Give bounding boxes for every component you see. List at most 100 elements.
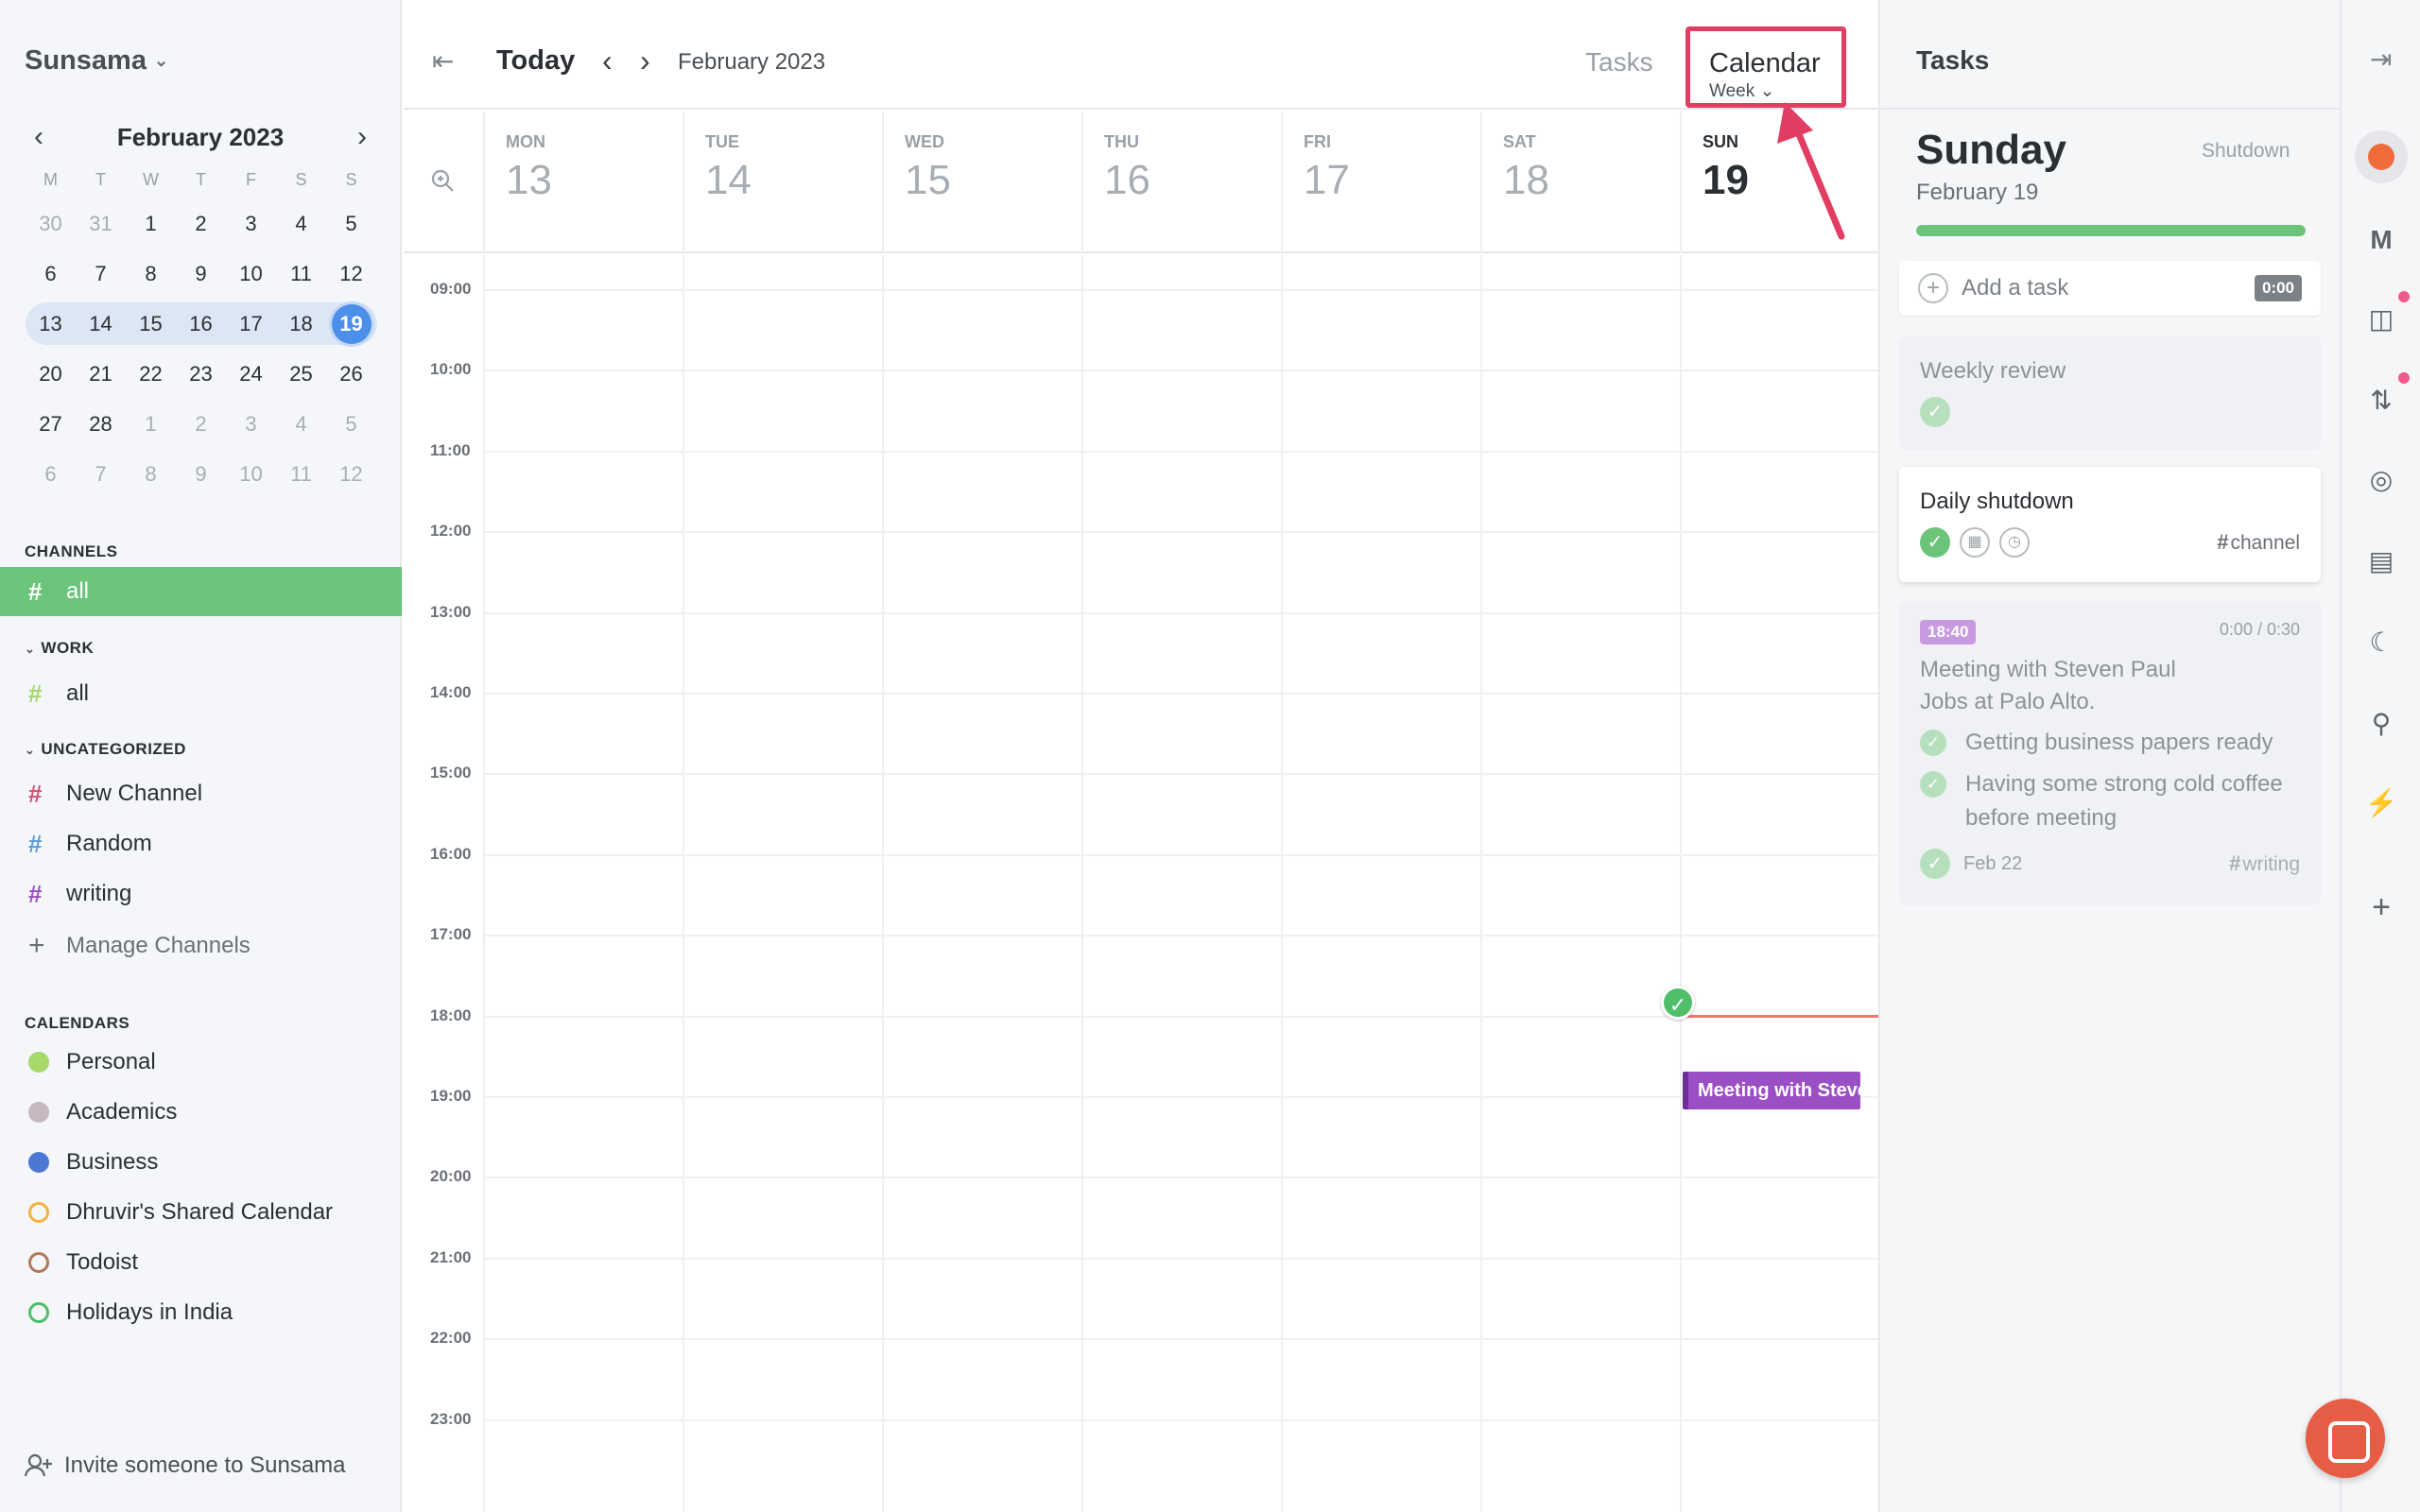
today-button[interactable]: Today xyxy=(496,45,575,77)
check-icon[interactable]: ✓ xyxy=(1920,730,1946,756)
add-task-time[interactable]: 0:00 xyxy=(2254,275,2302,301)
channel-tag[interactable]: #channel xyxy=(2217,530,2300,555)
mini-calendar-day[interactable]: 9 xyxy=(176,253,226,295)
day-column-header[interactable]: SUN 19 xyxy=(1680,112,1879,253)
mini-calendar-selected-day[interactable]: 19 xyxy=(326,303,376,345)
task-duration[interactable]: 0:00 / 0:30 xyxy=(2220,620,2300,640)
calendar-item[interactable]: Business xyxy=(0,1138,402,1187)
uncategorized-heading[interactable]: ⌄ UNCATEGORIZED xyxy=(25,740,186,759)
day-column-header[interactable]: MON 13 xyxy=(483,112,683,253)
calendar-item[interactable]: Holidays in India xyxy=(0,1288,402,1337)
channel-item[interactable]: # New Channel xyxy=(0,769,402,818)
mini-calendar-day[interactable]: 13 xyxy=(26,303,76,345)
sync-icon[interactable]: ⇅ xyxy=(2362,382,2400,420)
next-week-icon[interactable]: › xyxy=(640,43,650,78)
mini-calendar-day[interactable]: 18 xyxy=(276,303,326,345)
manage-channels-button[interactable]: + Manage Channels xyxy=(0,921,402,971)
prev-week-icon[interactable]: ‹ xyxy=(602,43,613,78)
gmail-icon[interactable]: M xyxy=(2362,221,2400,259)
plus-icon[interactable]: + xyxy=(2362,888,2400,926)
mini-calendar-day[interactable]: 12 xyxy=(326,454,376,495)
workspace-switcher[interactable]: Sunsama ⌄ xyxy=(25,45,168,77)
completed-check-icon[interactable]: ✓ xyxy=(1661,986,1695,1020)
trello-icon[interactable]: ◫ xyxy=(2362,301,2400,338)
due-date[interactable]: Feb 22 xyxy=(1963,853,2022,875)
calendar-item[interactable]: Todoist xyxy=(0,1238,402,1287)
mini-calendar-day[interactable]: 15 xyxy=(126,303,176,345)
zoom-icon[interactable] xyxy=(430,168,455,199)
mini-calendar-day[interactable]: 27 xyxy=(26,404,76,445)
search-icon[interactable]: ⚲ xyxy=(2362,705,2400,743)
clock-icon[interactable]: ◷ xyxy=(1999,527,2030,558)
day-column-header[interactable]: FRI 17 xyxy=(1281,112,1480,253)
collapse-sidebar-icon[interactable]: ⇤ xyxy=(432,45,454,77)
subtask-item[interactable]: ✓ Getting business papers ready xyxy=(1920,730,2300,760)
mini-calendar-day[interactable]: 24 xyxy=(226,353,276,395)
tab-tasks[interactable]: Tasks xyxy=(1585,47,1653,77)
chat-support-button[interactable] xyxy=(2306,1399,2385,1478)
archive-icon[interactable]: ▤ xyxy=(2362,542,2400,580)
mini-calendar-day[interactable]: 10 xyxy=(226,253,276,295)
channel-item[interactable]: # Random xyxy=(0,819,402,868)
mini-calendar-day[interactable]: 30 xyxy=(26,203,76,245)
calendar-icon[interactable]: ▦ xyxy=(1960,527,1990,558)
view-mode-select[interactable]: Week ⌄ xyxy=(1709,80,1774,102)
check-icon[interactable]: ✓ xyxy=(1920,397,1950,427)
mini-calendar-day[interactable]: 26 xyxy=(326,353,376,395)
mini-calendar-day[interactable]: 8 xyxy=(126,253,176,295)
task-card-weekly-review[interactable]: Weekly review ✓ xyxy=(1899,336,2321,450)
mini-calendar-day[interactable]: 6 xyxy=(26,253,76,295)
collapse-panel-icon[interactable]: ⇥ xyxy=(2370,43,2392,75)
calendar-grid[interactable]: 09:00 10:00 11:00 12:00 13:00 14:00 15:00 16:00… xyxy=(404,255,1878,1512)
moon-icon[interactable]: ☾ xyxy=(2362,624,2400,662)
mini-calendar-day[interactable]: 2 xyxy=(176,203,226,245)
day-column-header[interactable]: THU 16 xyxy=(1081,112,1281,253)
mini-calendar-day[interactable]: 6 xyxy=(26,454,76,495)
mini-calendar-day[interactable]: 1 xyxy=(126,203,176,245)
calendar-item[interactable]: Personal xyxy=(0,1038,402,1087)
mini-calendar-day[interactable]: 3 xyxy=(226,203,276,245)
mini-calendar-day[interactable]: 10 xyxy=(226,454,276,495)
check-icon[interactable]: ✓ xyxy=(1920,849,1950,879)
mini-calendar-day[interactable]: 3 xyxy=(226,404,276,445)
mini-calendar-day[interactable]: 21 xyxy=(76,353,126,395)
calendar-item[interactable]: Academics xyxy=(0,1088,402,1137)
channel-all[interactable]: # all xyxy=(0,567,402,616)
mini-calendar-day[interactable]: 2 xyxy=(176,404,226,445)
work-heading[interactable]: ⌄ WORK xyxy=(25,639,94,658)
mini-calendar-day[interactable]: 7 xyxy=(76,454,126,495)
mini-calendar-day[interactable]: 5 xyxy=(326,203,376,245)
channel-item[interactable]: # writing xyxy=(0,869,402,919)
shutdown-button[interactable]: Shutdown xyxy=(2202,140,2290,163)
task-card-daily-shutdown[interactable]: Daily shutdown ✓ ▦ ◷ #channel xyxy=(1899,467,2321,582)
mini-calendar-day[interactable]: 17 xyxy=(226,303,276,345)
mini-calendar-day[interactable]: 4 xyxy=(276,203,326,245)
mini-calendar-day[interactable]: 20 xyxy=(26,353,76,395)
tab-calendar[interactable]: Calendar Week ⌄ xyxy=(1685,26,1846,108)
check-icon[interactable]: ✓ xyxy=(1920,527,1950,558)
mini-calendar-day[interactable]: 5 xyxy=(326,404,376,445)
add-task-button[interactable]: + Add a task 0:00 xyxy=(1899,261,2321,316)
mini-calendar-day[interactable]: 11 xyxy=(276,454,326,495)
mini-calendar-day[interactable]: 25 xyxy=(276,353,326,395)
mini-calendar-day[interactable]: 23 xyxy=(176,353,226,395)
calendar-item[interactable]: Dhruvir's Shared Calendar xyxy=(0,1188,402,1237)
mini-calendar-day[interactable]: 7 xyxy=(76,253,126,295)
invite-button[interactable]: Invite someone to Sunsama xyxy=(25,1452,346,1479)
channel-tag[interactable]: #writing xyxy=(2229,851,2300,876)
mini-calendar-day[interactable]: 4 xyxy=(276,404,326,445)
channel-work-all[interactable]: # all xyxy=(0,669,402,718)
mini-calendar-day[interactable]: 22 xyxy=(126,353,176,395)
day-column-header[interactable]: TUE 14 xyxy=(683,112,882,253)
mini-calendar-day[interactable]: 12 xyxy=(326,253,376,295)
mini-calendar-day[interactable]: 16 xyxy=(176,303,226,345)
task-card-meeting[interactable]: 18:40 0:00 / 0:30 Meeting with Steven Pa… xyxy=(1899,601,2321,905)
mini-calendar-day[interactable]: 31 xyxy=(76,203,126,245)
mini-calendar-day[interactable]: 14 xyxy=(76,303,126,345)
mini-calendar-day[interactable]: 9 xyxy=(176,454,226,495)
subtask-item[interactable]: ✓ Having some strong cold coffee before m… xyxy=(1920,771,2300,835)
avatar[interactable] xyxy=(2355,130,2408,183)
next-month-icon[interactable]: › xyxy=(348,121,376,153)
mini-calendar-day[interactable]: 8 xyxy=(126,454,176,495)
bolt-icon[interactable]: ⚡ xyxy=(2362,784,2400,822)
